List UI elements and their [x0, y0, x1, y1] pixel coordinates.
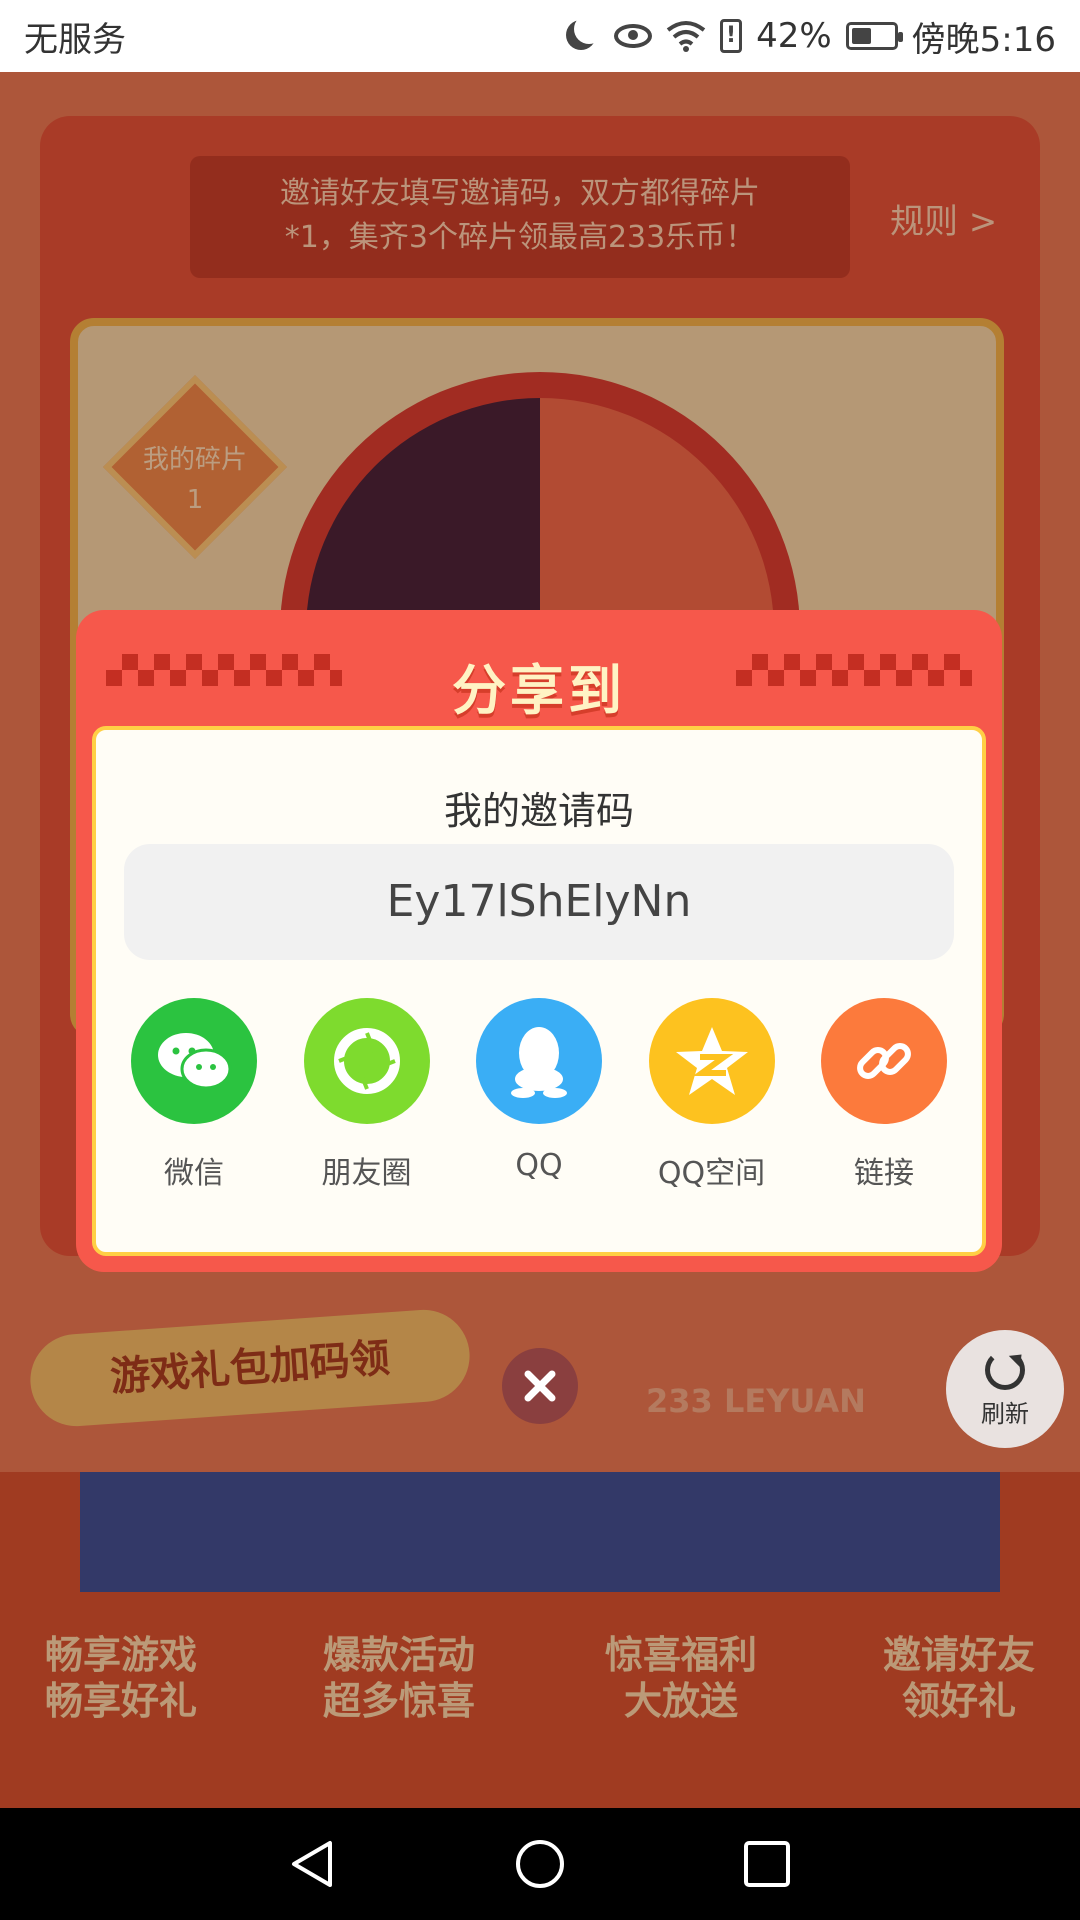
system-nav-bar [0, 1808, 1080, 1920]
share-qq-label: QQ [515, 1148, 563, 1183]
battery-percent: 42% [756, 16, 832, 56]
share-wechat-button[interactable]: 微信 [124, 998, 264, 1192]
alert-icon: ! [720, 19, 743, 53]
invite-code-field[interactable]: Ey17lShElyNn [124, 844, 954, 960]
moments-icon[interactable] [303, 998, 430, 1124]
share-dialog: 分享到 我的邀请码 Ey17lShElyNn 微信 朋友圈 QQ QQ空间 链接 [76, 610, 1002, 1272]
qq-icon[interactable] [476, 998, 602, 1124]
close-button[interactable] [502, 1348, 578, 1424]
home-icon[interactable] [513, 1837, 567, 1891]
refresh-label: 刷新 [981, 1399, 1029, 1428]
wifi-icon [666, 21, 706, 52]
eye-icon [614, 24, 653, 48]
recents-icon[interactable] [740, 1837, 794, 1891]
share-qzone-button[interactable]: QQ空间 [642, 998, 782, 1192]
refresh-button[interactable]: 刷新 [946, 1330, 1064, 1448]
dialog-title: 分享到 [452, 659, 626, 722]
clock: 傍晚5:16 [911, 19, 1056, 60]
back-icon[interactable] [286, 1837, 340, 1891]
close-icon [524, 1370, 556, 1402]
share-targets: 微信 朋友圈 QQ QQ空间 链接 [124, 998, 954, 1192]
share-link-label: 链接 [854, 1156, 914, 1191]
battery-icon [845, 22, 903, 50]
wechat-icon[interactable] [131, 998, 257, 1124]
share-moments-button[interactable]: 朋友圈 [297, 998, 437, 1192]
share-link-button[interactable]: 链接 [814, 998, 954, 1192]
share-qq-button[interactable]: QQ [469, 998, 609, 1192]
qzone-icon[interactable] [648, 998, 775, 1124]
invite-code-label: 我的邀请码 [443, 789, 634, 833]
carrier-text: 无服务 [24, 19, 126, 60]
moon-icon [564, 18, 600, 54]
share-qzone-label: QQ空间 [657, 1156, 766, 1191]
share-moments-label: 朋友圈 [321, 1156, 412, 1191]
refresh-icon [985, 1349, 1025, 1390]
link-icon[interactable] [821, 998, 947, 1124]
dialog-body: 我的邀请码 Ey17lShElyNn 微信 朋友圈 QQ QQ空间 链接 [92, 726, 986, 1256]
status-bar: 无服务 ! 42% 傍晚5:16 [0, 0, 1080, 72]
share-wechat-label: 微信 [164, 1156, 224, 1191]
status-icons: ! 42% 傍晚5:16 [564, 12, 1056, 61]
